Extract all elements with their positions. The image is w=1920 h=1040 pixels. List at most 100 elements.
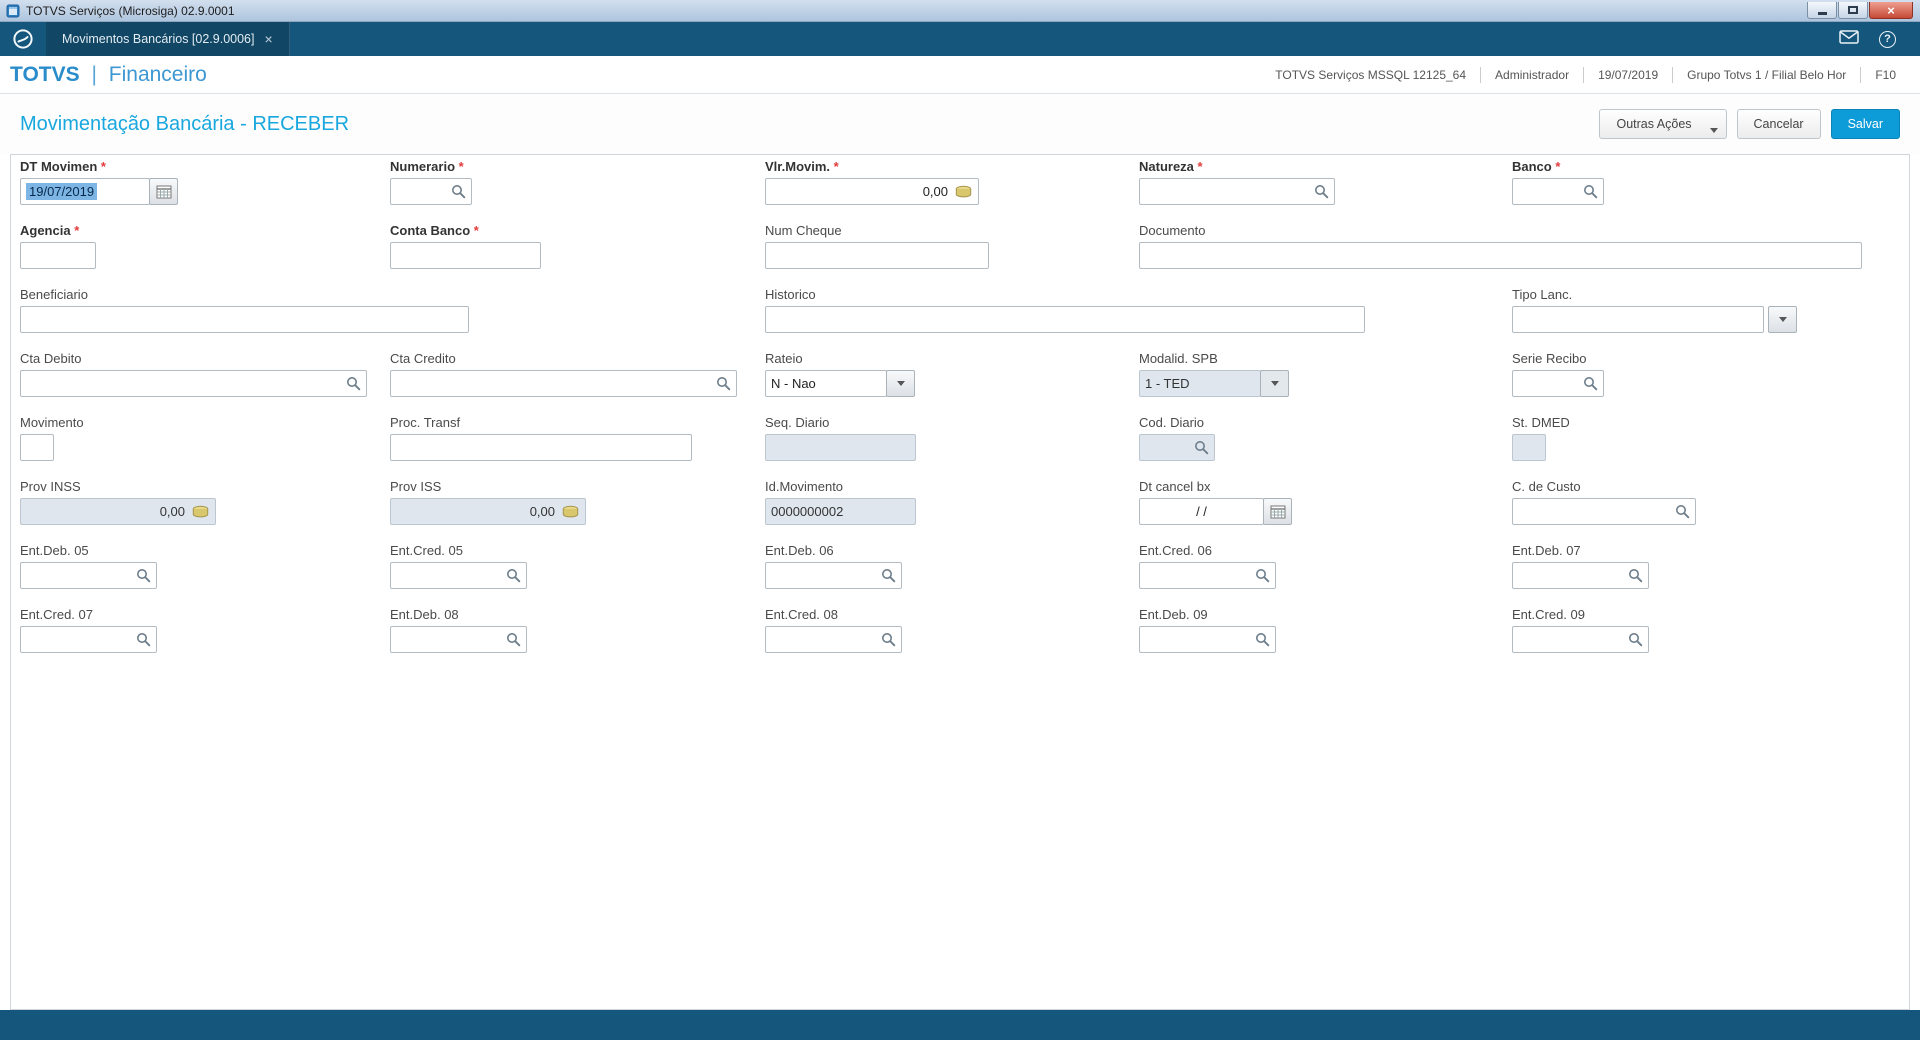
documento-label-text: Documento xyxy=(1139,223,1206,238)
ent-cred-05-input[interactable] xyxy=(390,562,527,589)
outras-acoes-button[interactable]: Outras Ações xyxy=(1599,109,1727,139)
numerario-input[interactable] xyxy=(390,178,472,205)
search-icon xyxy=(1194,440,1209,455)
search-icon[interactable] xyxy=(716,376,731,391)
search-icon[interactable] xyxy=(1675,504,1690,519)
field-seq-diario: Seq. Diario xyxy=(765,415,916,461)
ent-cred-06-input[interactable] xyxy=(1139,562,1276,589)
field-cta-debito: Cta Debito xyxy=(20,351,367,397)
cta-debito-label-text: Cta Debito xyxy=(20,351,82,366)
dt-cancel-bx-value: / / xyxy=(1196,504,1207,519)
close-button[interactable]: × xyxy=(1869,2,1913,19)
search-icon[interactable] xyxy=(1255,632,1270,647)
dt-cancel-bx-input[interactable]: / / xyxy=(1139,498,1264,525)
field-movimento: Movimento xyxy=(20,415,84,461)
movimento-label: Movimento xyxy=(20,415,84,432)
field-agencia: Agencia * xyxy=(20,223,96,269)
cod-diario-label: Cod. Diario xyxy=(1139,415,1215,432)
rateio-input[interactable]: N - Nao xyxy=(765,370,887,397)
tabbar-right-icons: ? xyxy=(1839,22,1920,56)
historico-label-text: Historico xyxy=(765,287,816,302)
field-ent-deb-07: Ent.Deb. 07 xyxy=(1512,543,1649,589)
search-icon[interactable] xyxy=(1628,632,1643,647)
salvar-button[interactable]: Salvar xyxy=(1830,109,1900,139)
c-de-custo-input[interactable] xyxy=(1512,498,1696,525)
tab-movimentos-bancarios[interactable]: Movimentos Bancários [02.9.0006] × xyxy=(46,22,290,56)
search-icon[interactable] xyxy=(1255,568,1270,583)
chevron-down-icon[interactable] xyxy=(1702,110,1726,138)
ent-cred-07-input[interactable] xyxy=(20,626,157,653)
search-icon[interactable] xyxy=(881,632,896,647)
ent-cred-08-label-text: Ent.Cred. 08 xyxy=(765,607,838,622)
dt-cancel-bx-label-text: Dt cancel bx xyxy=(1139,479,1211,494)
env-fkey[interactable]: F10 xyxy=(1861,68,1910,82)
documento-input[interactable] xyxy=(1139,242,1862,269)
search-icon[interactable] xyxy=(136,632,151,647)
money-icon xyxy=(191,505,210,519)
env-branch[interactable]: Grupo Totvs 1 / Filial Belo Hor xyxy=(1673,68,1860,82)
conta-banco-input[interactable] xyxy=(390,242,541,269)
ent-deb-07-input[interactable] xyxy=(1512,562,1649,589)
calendar-button[interactable] xyxy=(1263,498,1292,525)
cancelar-button[interactable]: Cancelar xyxy=(1736,109,1821,139)
tipo-lanc-input[interactable] xyxy=(1512,306,1764,333)
historico-input[interactable] xyxy=(765,306,1365,333)
vlr-movim-value: 0,00 xyxy=(922,184,948,199)
search-icon[interactable] xyxy=(1314,184,1329,199)
search-icon[interactable] xyxy=(346,376,361,391)
banco-input[interactable] xyxy=(1512,178,1604,205)
search-icon[interactable] xyxy=(1583,184,1598,199)
prov-iss-input: 0,00 xyxy=(390,498,586,525)
search-icon[interactable] xyxy=(1628,568,1643,583)
seq-diario-input xyxy=(765,434,916,461)
ent-deb-05-input[interactable] xyxy=(20,562,157,589)
search-icon[interactable] xyxy=(451,184,466,199)
dropdown-button[interactable] xyxy=(886,370,915,397)
ent-cred-08-input[interactable] xyxy=(765,626,902,653)
search-icon[interactable] xyxy=(881,568,896,583)
beneficiario-input[interactable] xyxy=(20,306,469,333)
minimize-button[interactable] xyxy=(1807,2,1837,19)
window-titlebar[interactable]: TOTVS Serviços (Microsiga) 02.9.0001 × xyxy=(0,0,1920,22)
field-c-de-custo: C. de Custo xyxy=(1512,479,1696,525)
natureza-input[interactable] xyxy=(1139,178,1335,205)
field-rateio: Rateio N - Nao xyxy=(765,351,915,397)
field-prov-inss: Prov INSS 0,00 xyxy=(20,479,216,525)
tab-close-icon[interactable]: × xyxy=(264,32,272,46)
outras-acoes-label: Outras Ações xyxy=(1616,117,1692,131)
ent-deb-08-input[interactable] xyxy=(390,626,527,653)
cta-debito-input[interactable] xyxy=(20,370,367,397)
help-icon[interactable]: ? xyxy=(1879,30,1896,48)
proc-transf-input[interactable] xyxy=(390,434,692,461)
mail-icon[interactable] xyxy=(1839,29,1859,49)
agencia-label-text: Agencia xyxy=(20,223,71,238)
agencia-input[interactable] xyxy=(20,242,96,269)
dropdown-button[interactable] xyxy=(1768,306,1797,333)
cta-credito-input[interactable] xyxy=(390,370,737,397)
search-icon[interactable] xyxy=(1583,376,1598,391)
ent-deb-06-input[interactable] xyxy=(765,562,902,589)
ent-deb-09-input[interactable] xyxy=(1139,626,1276,653)
ent-cred-09-input[interactable] xyxy=(1512,626,1649,653)
movimento-input[interactable] xyxy=(20,434,54,461)
search-icon[interactable] xyxy=(506,632,521,647)
protheus-logo-icon[interactable] xyxy=(0,22,46,56)
num-cheque-input[interactable] xyxy=(765,242,989,269)
field-ent-cred-08: Ent.Cred. 08 xyxy=(765,607,902,653)
serie-recibo-input[interactable] xyxy=(1512,370,1604,397)
calendar-button[interactable] xyxy=(149,178,178,205)
field-numerario: Numerario * xyxy=(390,159,472,205)
field-dt-movimen: DT Movimen * 19/07/2019 xyxy=(20,159,178,205)
dt-movimen-label-text: DT Movimen xyxy=(20,159,98,174)
page-title: Movimentação Bancária - RECEBER xyxy=(20,112,350,135)
search-icon[interactable] xyxy=(136,568,151,583)
banco-label: Banco * xyxy=(1512,159,1604,176)
window-title: TOTVS Serviços (Microsiga) 02.9.0001 xyxy=(26,3,235,18)
dt-movimen-input[interactable]: 19/07/2019 xyxy=(20,178,150,205)
dropdown-button xyxy=(1260,370,1289,397)
maximize-button[interactable] xyxy=(1838,2,1868,19)
ent-cred-06-label-text: Ent.Cred. 06 xyxy=(1139,543,1212,558)
field-ent-cred-07: Ent.Cred. 07 xyxy=(20,607,157,653)
vlr-movim-input[interactable]: 0,00 xyxy=(765,178,979,205)
search-icon[interactable] xyxy=(506,568,521,583)
